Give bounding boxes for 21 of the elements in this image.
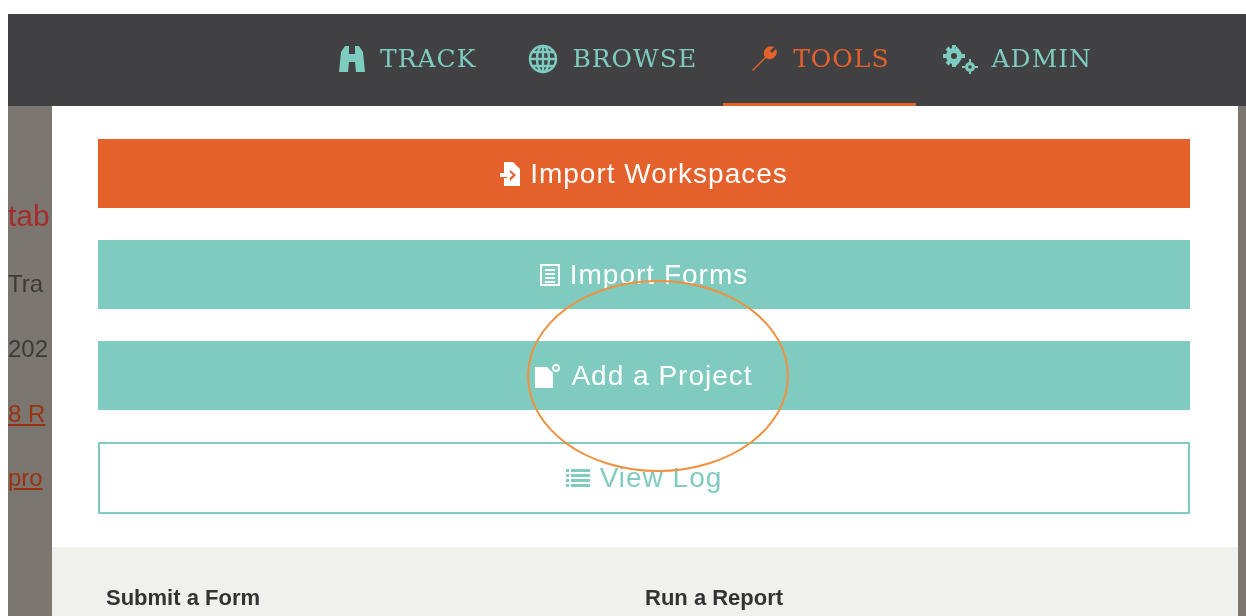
page-heading: tab bbox=[8, 198, 51, 234]
page-link[interactable]: 8 R bbox=[8, 399, 52, 429]
nav-tab[interactable]: ADMIN bbox=[915, 14, 1118, 106]
menu-button[interactable]: Add a Project bbox=[98, 341, 1190, 410]
menu-button[interactable]: View Log bbox=[98, 442, 1190, 514]
page-link[interactable]: pro bbox=[8, 464, 52, 494]
menu-button[interactable]: Import Forms bbox=[98, 240, 1190, 309]
globe-icon bbox=[528, 43, 559, 74]
gears-icon bbox=[941, 43, 978, 74]
section-heading: Submit a Form bbox=[106, 584, 261, 612]
page-text: Tra bbox=[8, 270, 45, 299]
form-icon bbox=[539, 263, 560, 286]
list-icon bbox=[565, 468, 590, 488]
binoculars-icon bbox=[338, 43, 366, 74]
new-file-icon bbox=[535, 363, 562, 388]
section-heading: Run a Report bbox=[645, 584, 785, 612]
menu-button[interactable]: Import Workspaces bbox=[98, 139, 1190, 208]
nav-tab[interactable]: BROWSE bbox=[502, 14, 724, 106]
nav-tab[interactable]: TRACK bbox=[312, 14, 503, 106]
file-import-icon bbox=[500, 161, 521, 186]
page-text: 202 bbox=[8, 334, 50, 364]
